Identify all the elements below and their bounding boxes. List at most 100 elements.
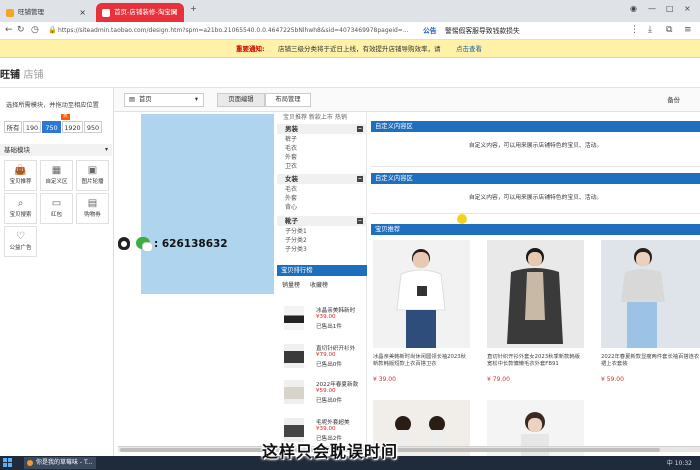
category-item[interactable]: 子分类1	[285, 227, 307, 236]
module-item-charity-ad[interactable]: ♡ 公益广告	[4, 226, 37, 257]
tab-favorites-rank[interactable]: 收藏榜	[310, 282, 328, 289]
module-label: 购物券	[84, 212, 101, 218]
tab-sales-rank[interactable]: 销量榜	[282, 282, 300, 289]
image-icon: ▣	[87, 165, 98, 176]
notice-link[interactable]: 点击查看	[456, 40, 482, 58]
category-item[interactable]: 外套	[285, 153, 297, 162]
history-icon[interactable]: ◷	[31, 25, 39, 35]
taobao-favicon-icon	[6, 9, 14, 17]
back-icon[interactable]: ←	[5, 25, 13, 35]
category-group-header[interactable]: 靴子 −	[277, 216, 367, 226]
category-item[interactable]: 子分类2	[285, 236, 307, 245]
url-field[interactable]: https://siteadmin.taobao.com/design.htm?…	[58, 25, 408, 37]
product-image	[373, 240, 470, 348]
logo: 旺铺 店铺	[0, 66, 43, 81]
width-all[interactable]: 所有	[4, 121, 22, 133]
category-item[interactable]: 裤子	[285, 135, 297, 144]
width-950[interactable]: 950	[84, 121, 102, 133]
menu-icon[interactable]: ≡	[684, 25, 692, 35]
module-item-custom[interactable]: ▦ 自定义区	[40, 160, 73, 191]
app-header: 旺铺 店铺	[0, 58, 700, 88]
new-tab-icon[interactable]: +	[190, 4, 197, 13]
notice-text[interactable]: 警惕假客服导致钱款损失	[445, 25, 520, 37]
collapse-icon[interactable]: −	[357, 218, 363, 224]
logo-main: 旺铺	[0, 70, 20, 81]
tab-shop-manage[interactable]: 旺铺管理 ×	[0, 3, 92, 22]
video-subtitle: 这样只会耽误时间	[262, 442, 399, 461]
category-item[interactable]: 背心	[285, 203, 297, 212]
product-name: 2022年春夏新款显瘦两件套长袖百搭连衣裙上衣套装	[601, 354, 700, 367]
ranking-item-sold: 已售出1件	[316, 324, 342, 330]
windows-start-icon[interactable]	[3, 458, 13, 468]
basic-modules-header[interactable]: 基础模块 ▾	[0, 144, 112, 156]
sidebar-banner-placeholder[interactable]	[141, 114, 274, 294]
category-item[interactable]: 外套	[285, 194, 297, 203]
bag-icon: 👜	[14, 165, 27, 176]
category-item[interactable]: 卫衣	[285, 162, 297, 171]
taobao-favicon-icon	[102, 9, 110, 17]
coupon-icon: ▤	[87, 198, 98, 209]
product-card[interactable]: 2022年春夏新款显瘦两件套长袖百搭连衣裙上衣套装 ¥ 59.00	[601, 240, 700, 410]
chevron-down-icon: ▾	[104, 146, 108, 153]
ranking-item[interactable]: 2022年春夏新款 ¥59.00 已售出0件	[284, 380, 364, 410]
divider	[371, 213, 700, 214]
category-item[interactable]: 毛衣	[285, 185, 297, 194]
product-card[interactable]: 直切针织开衫外套女2023秋季新款韩版宽松中长款慵懒毛衣外套FB91 ¥ 79.…	[487, 240, 584, 410]
product-image	[487, 240, 584, 348]
tab-layout-manage[interactable]: 布局管理	[265, 93, 311, 107]
taskbar-app-item[interactable]: 你是我的草莓味 - T...	[24, 457, 96, 469]
chevron-down-icon: ▾	[194, 96, 198, 103]
close-icon[interactable]: ×	[79, 3, 86, 22]
close-icon[interactable]: ×	[171, 3, 178, 22]
close-window-icon[interactable]: ×	[684, 4, 691, 13]
page-select[interactable]: ▤ 首页 ▾	[124, 93, 204, 107]
module-label: 宝贝搜索	[9, 212, 32, 218]
product-name: 冰晶亲美韩新时尚休闲圆领长袖2023秋新款韩版短款上衣百搭卫衣	[373, 354, 466, 367]
module-item-recommend[interactable]: 👜 宝贝推荐	[4, 160, 37, 191]
width-190[interactable]: 190	[23, 121, 41, 133]
product-thumbnail	[284, 380, 304, 404]
extensions-icon[interactable]: ⋮	[630, 25, 639, 35]
ranking-item-price: ¥79.00	[316, 352, 336, 358]
category-item[interactable]: 毛衣	[285, 144, 297, 153]
recommend-header[interactable]: 宝贝推荐	[371, 224, 700, 235]
ranking-item-name: 2022年春夏新款	[316, 382, 359, 388]
tab-page-edit[interactable]: 页面编辑	[217, 93, 265, 107]
module-item-search[interactable]: ⌕ 宝贝搜索	[4, 193, 37, 224]
category-group-header[interactable]: 男装 −	[277, 124, 367, 134]
module-item-redpacket[interactable]: ▭ 红包	[40, 193, 73, 224]
tab-homepage-design[interactable]: 首页-店铺装修-淘宝网 ×	[96, 3, 184, 22]
ranking-item[interactable]: 冰晶亲美韩新时 ¥39.00 已售出1件	[284, 306, 364, 336]
minimize-icon[interactable]: —	[648, 4, 656, 13]
notice-body: 店铺三级分类将于近日上线，有效提升店铺导购效率，请	[278, 45, 441, 53]
address-bar: ← ↻ ◷ 🔒 https://siteadmin.taobao.com/des…	[0, 22, 700, 40]
collapse-icon[interactable]: −	[357, 126, 363, 132]
custom-area-header[interactable]: 自定义内容区	[371, 121, 700, 132]
notice-title: 重要通知:	[236, 45, 265, 53]
horizontal-scrollbar[interactable]	[118, 446, 700, 452]
reload-icon[interactable]: ↻	[17, 25, 25, 35]
category-group-header[interactable]: 女装 −	[277, 174, 367, 184]
user-icon[interactable]: ◉	[630, 4, 637, 13]
custom-area-text: 自定义内容，可以用来展示店铺特色的宝贝、活动。	[468, 143, 603, 149]
ranking-item[interactable]: 直切针织开衫外 ¥79.00 已售出0件	[284, 344, 364, 374]
collapse-icon[interactable]: −	[357, 176, 363, 182]
category-top-links: 宝贝推荐 新款上市 热销	[283, 114, 347, 121]
custom-area-header[interactable]: 自定义内容区	[371, 173, 700, 184]
module-item-carousel[interactable]: ▣ 图片轮播	[76, 160, 109, 191]
module-item-coupon[interactable]: ▤ 购物券	[76, 193, 109, 224]
qq-icon	[118, 237, 130, 250]
tab-label: 旺铺管理	[18, 8, 44, 16]
screenshot-icon[interactable]: ⧉	[666, 25, 672, 35]
product-card[interactable]: 冰晶亲美韩新时尚休闲圆领长袖2023秋新款韩版短款上衣百搭卫衣 ¥ 39.00	[373, 240, 470, 410]
category-item[interactable]: 子分类3	[285, 245, 307, 254]
backup-button[interactable]: 备份	[667, 95, 680, 104]
module-panel: 选择所需模块，并拖动至相应位置 所有 190 750 1920 热 950 基础…	[0, 88, 114, 458]
width-1920[interactable]: 1920	[62, 121, 83, 133]
ranking-item-name: 直切针织开衫外	[316, 346, 356, 352]
download-icon[interactable]: ⤓	[648, 25, 652, 35]
grid-icon: ▦	[51, 165, 62, 176]
width-750[interactable]: 750	[42, 121, 61, 133]
maximize-icon[interactable]: □	[666, 4, 674, 13]
product-price: ¥ 59.00	[601, 376, 624, 383]
